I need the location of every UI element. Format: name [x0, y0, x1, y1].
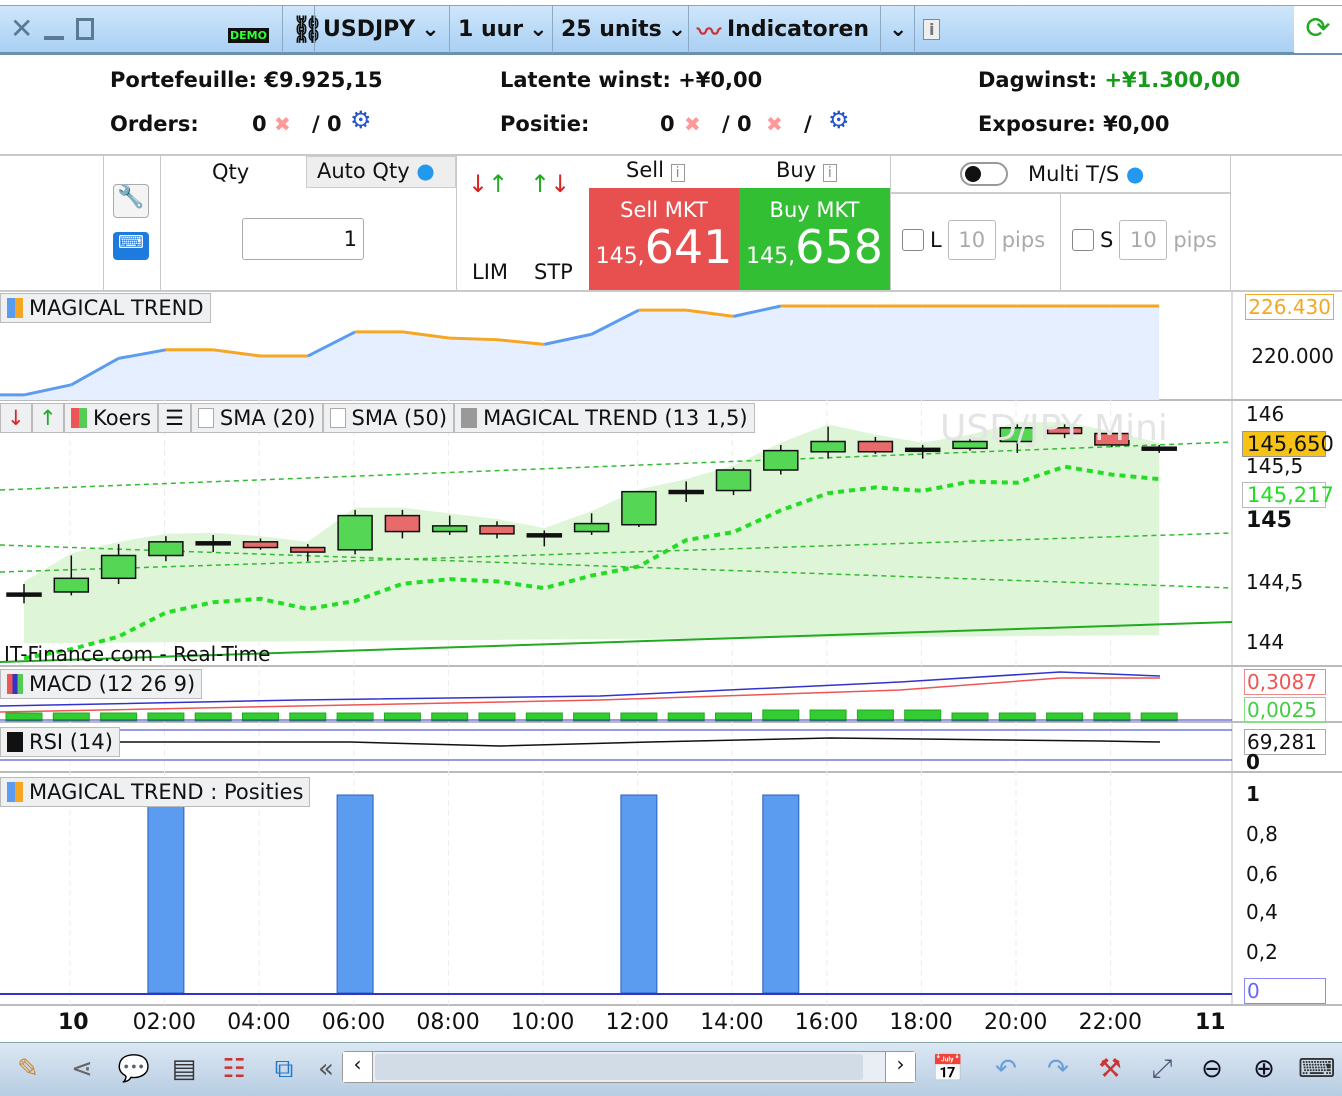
zoom-fit-icon[interactable]: ⤢: [1144, 1051, 1180, 1087]
price-axis-label: 144: [1246, 630, 1285, 654]
position-bar: [620, 794, 658, 994]
macd-histogram-bar: [762, 709, 800, 722]
candle: [904, 447, 941, 453]
candle: [148, 541, 184, 557]
macd-histogram-bar: [809, 709, 847, 722]
scroll-right-icon[interactable]: ›: [885, 1052, 915, 1082]
positions-axis-label: 0: [1244, 978, 1326, 1004]
time-axis-label: 04:00: [227, 1010, 291, 1035]
comment-icon[interactable]: 💬: [116, 1051, 152, 1087]
positions-legend[interactable]: MAGICAL TREND : Posities: [0, 777, 311, 807]
candle: [337, 514, 373, 551]
candle: [621, 490, 657, 526]
time-axis-label: 08:00: [416, 1010, 480, 1035]
time-axis-label: 02:00: [132, 1010, 196, 1035]
candle: [857, 440, 894, 453]
watermark: USD/JPY Mini: [940, 408, 1168, 449]
windows-icon[interactable]: ⧉: [266, 1051, 302, 1087]
trend-price-label: 145,217: [1242, 482, 1334, 508]
orderbook-icon[interactable]: ☷: [216, 1051, 252, 1087]
candle: [290, 546, 326, 553]
draw-icon[interactable]: ✎: [10, 1051, 46, 1087]
time-axis-label: 18:00: [889, 1010, 953, 1035]
magical-trend-indicator-legend[interactable]: MAGICAL TREND (13 1,5): [454, 403, 755, 433]
rsi-line: [120, 737, 1161, 747]
candle: [715, 469, 752, 492]
positions-axis-label: 0,6: [1246, 862, 1278, 886]
collapse-icon[interactable]: «: [308, 1051, 344, 1087]
time-axis-label: 11: [1195, 1010, 1226, 1035]
positions-axis-label: 0,8: [1246, 822, 1278, 846]
price-axis-label: 145: [1246, 508, 1292, 533]
price-legend-bar: ↓ ↑ Koers ☰ SMA (20) SMA (50) MAGICAL TR…: [0, 403, 755, 433]
chart-area[interactable]: [0, 0, 1342, 1042]
macd-legend[interactable]: MACD (12 26 9): [0, 669, 203, 699]
time-axis-label: 12:00: [605, 1010, 669, 1035]
last-price-label: 145,650: [1242, 431, 1334, 457]
positions-axis-label: 0,2: [1246, 940, 1278, 964]
candle: [242, 541, 279, 549]
time-axis-label: 20:00: [984, 1010, 1048, 1035]
candle: [195, 541, 231, 546]
price-axis-label: 146: [1246, 402, 1285, 426]
position-bar: [147, 794, 185, 994]
zoom-out-icon[interactable]: ⊖: [1194, 1051, 1230, 1087]
candle: [668, 489, 704, 495]
rsi-axis-label: 0: [1246, 750, 1260, 774]
time-axis-label: 16:00: [794, 1010, 859, 1035]
macd-histogram-bar: [904, 709, 942, 722]
position-bar: [762, 794, 800, 994]
time-axis-label: 14:00: [700, 1010, 764, 1035]
trend-axis-label: 220.000: [1251, 344, 1334, 368]
time-axis-label: 10:00: [511, 1010, 575, 1035]
candle: [384, 514, 421, 533]
candle: [573, 522, 610, 533]
calendar-icon[interactable]: 📅: [930, 1051, 966, 1087]
scroll-left-icon[interactable]: ‹: [343, 1052, 373, 1082]
price-axis-label: 145,5: [1246, 454, 1304, 478]
buy-arrow-icon[interactable]: ↑: [32, 403, 64, 433]
time-axis-label: 06:00: [321, 1010, 386, 1035]
candle: [479, 525, 515, 535]
horizontal-scrollbar[interactable]: ‹ ›: [342, 1051, 916, 1083]
scrollbar-thumb[interactable]: [375, 1054, 863, 1080]
macd-histogram-bar: [856, 709, 894, 722]
time-axis-label: 22:00: [1078, 1010, 1142, 1035]
share-icon[interactable]: ⋖: [64, 1051, 100, 1087]
candle: [810, 440, 846, 453]
candle: [100, 554, 137, 580]
undo-icon[interactable]: ↶: [988, 1051, 1024, 1087]
candle: [763, 449, 799, 471]
bottom-toolbar: ✎ ⋖ 💬 ▤ ☷ ⧉ « ‹ › 📅 ↶ ↷ ⚒ ⤢ ⊖ ⊕ ⌨: [0, 1042, 1342, 1096]
list-icon[interactable]: ☰: [158, 403, 191, 433]
candle: [53, 577, 90, 593]
candle: [6, 592, 42, 597]
price-axis-label: 144,5: [1246, 570, 1304, 594]
candle: [431, 525, 468, 533]
keyboard-icon[interactable]: ⌨: [1298, 1051, 1336, 1087]
macd-histogram-value: 0,0025: [1244, 697, 1326, 723]
time-axis-label: 10: [58, 1010, 89, 1035]
redo-icon[interactable]: ↷: [1040, 1051, 1076, 1087]
rsi-legend[interactable]: RSI (14): [0, 727, 120, 757]
candle: [526, 533, 563, 538]
macd-value: 0,3087: [1244, 669, 1326, 695]
position-bar: [336, 794, 374, 994]
trend-line-segment: [449, 336, 498, 342]
tools-icon[interactable]: ⚒: [1092, 1051, 1128, 1087]
sma50-legend[interactable]: SMA (50): [322, 403, 455, 433]
report-icon[interactable]: ▤: [166, 1051, 202, 1087]
zoom-in-icon[interactable]: ⊕: [1246, 1051, 1282, 1087]
magical-trend-legend[interactable]: MAGICAL TREND: [0, 293, 211, 323]
data-source-label: IT-Finance.com - Real-Time: [4, 642, 271, 666]
trend-axis-label: 226.430: [1245, 294, 1334, 320]
sma20-legend[interactable]: SMA (20): [190, 403, 323, 433]
koers-legend[interactable]: Koers: [64, 403, 159, 433]
positions-axis-label: 0,4: [1246, 900, 1278, 924]
sell-arrow-icon[interactable]: ↓: [0, 403, 32, 433]
positions-axis-label: 1: [1246, 782, 1260, 806]
